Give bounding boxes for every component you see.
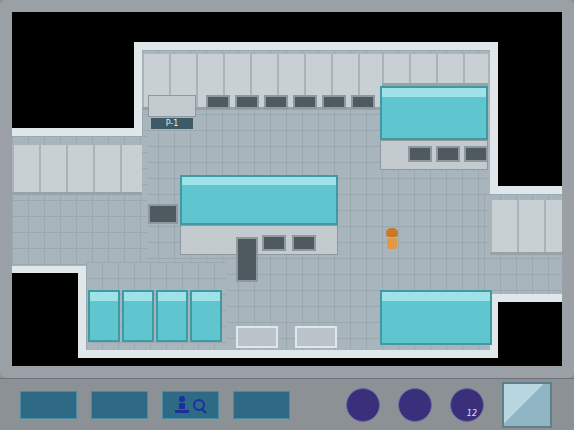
map-console [262,235,286,251]
map-tank [190,290,222,342]
map-console [235,95,259,109]
lab-map[interactable]: P-1 [0,0,574,378]
game-screen: P-1 12 [0,0,574,430]
map-console [351,95,375,109]
map-console [236,237,258,282]
toolbar-button[interactable] [91,391,148,419]
map-console [292,235,316,251]
search-person-icon [171,395,211,415]
map-counter [148,95,196,117]
bottom-bar: 12 [0,378,574,430]
toolbar-button[interactable] [162,391,219,419]
map-console [206,95,230,109]
preview-panel[interactable] [502,382,552,428]
slot-count: 12 [467,409,477,418]
map-box [295,326,337,348]
map-console [264,95,288,109]
player-character[interactable] [385,228,399,250]
map-tank [180,175,338,225]
map-console [436,146,460,162]
toolbar-button[interactable] [20,391,77,419]
item-slot[interactable] [398,388,432,422]
map-tank [88,290,120,342]
room-sign: P-1 [151,118,193,129]
map-wall [12,145,142,195]
map-tank [380,86,488,140]
map-console [148,204,178,224]
map-console [322,95,346,109]
item-slot[interactable] [346,388,380,422]
map-tank [156,290,188,342]
map-console [464,146,488,162]
map-tank [122,290,154,342]
toolbar-button[interactable] [233,391,290,419]
map-wall [490,200,562,255]
map-box [236,326,278,348]
item-slot[interactable]: 12 [450,388,484,422]
map-console [293,95,317,109]
map-wall [382,54,488,86]
map-tank [380,290,492,345]
map-console [408,146,432,162]
